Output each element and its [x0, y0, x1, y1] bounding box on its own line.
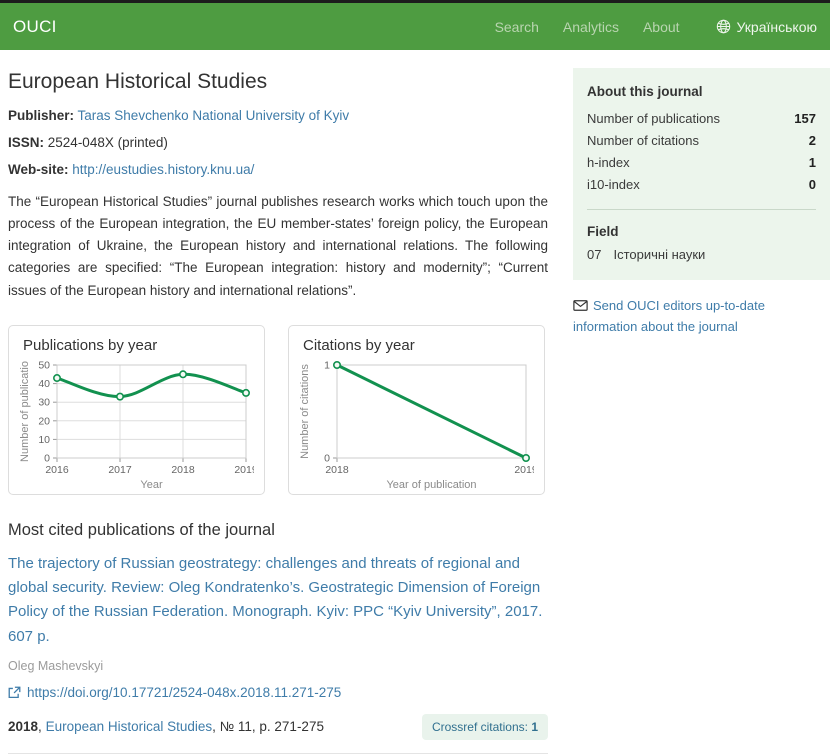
svg-text:0: 0 — [324, 452, 330, 464]
stat-value: 0 — [809, 177, 816, 192]
about-journal-box: About this journal Number of publication… — [573, 68, 830, 280]
publisher-line: Publisher: Taras Shevchenko National Uni… — [8, 108, 548, 123]
svg-text:20: 20 — [38, 415, 50, 427]
publication-issue: , № 11, p. 271-275 — [212, 719, 324, 734]
field-name: Історичні науки — [613, 247, 705, 262]
charts-row: Publications by year 0102030405020162017… — [8, 325, 548, 495]
stat-row-i10-index: i10-index 0 — [587, 173, 816, 195]
citations-by-year-card: Citations by year 0 1 2018 2019 Year of publ… — [288, 325, 545, 495]
crossref-citations-badge: Crossref citations: 1 — [422, 714, 548, 740]
sidebar-divider — [587, 209, 816, 210]
stat-row-h-index: h-index 1 — [587, 151, 816, 173]
svg-text:Number of citations: Number of citations — [299, 363, 311, 458]
svg-text:Year: Year — [140, 479, 163, 491]
svg-text:2018: 2018 — [325, 464, 349, 476]
publications-by-year-chart: 0 10 20 30 40 50 2016 2017 2018 2019 Year Number of… — [19, 356, 254, 495]
language-switcher[interactable]: Українською — [716, 19, 817, 35]
issn-label: ISSN: — [8, 135, 44, 150]
svg-text:2019: 2019 — [234, 464, 254, 476]
svg-text:1: 1 — [324, 359, 330, 371]
svg-text:Year of publication: Year of publication — [386, 479, 476, 491]
meta-separator: , — [38, 719, 46, 734]
publication-author: Oleg Mashevskyi — [8, 659, 548, 673]
svg-text:40: 40 — [38, 378, 50, 390]
website-label: Web-site: — [8, 162, 69, 177]
svg-text:0: 0 — [44, 452, 50, 464]
chart-title: Citations by year — [303, 337, 534, 354]
page-title: European Historical Studies — [8, 70, 548, 94]
brand-logo[interactable]: OUCI — [13, 17, 57, 37]
language-label: Українською — [737, 19, 817, 35]
external-link-icon — [8, 686, 21, 699]
globe-icon — [716, 19, 731, 34]
journal-link[interactable]: European Historical Studies — [46, 719, 213, 734]
stat-row-citations: Number of citations 2 — [587, 129, 816, 151]
website-link[interactable]: http://eustudies.history.knu.ua/ — [72, 162, 254, 177]
badge-label: Crossref citations: — [432, 720, 531, 734]
about-journal-title: About this journal — [587, 84, 816, 99]
journal-description: The “European Historical Studies” journa… — [8, 191, 548, 302]
svg-text:2017: 2017 — [108, 464, 132, 476]
sidebar-column: About this journal Number of publication… — [573, 50, 830, 754]
svg-text:30: 30 — [38, 396, 50, 408]
issn-line: ISSN: 2524-048X (printed) — [8, 135, 548, 150]
envelope-icon — [573, 300, 588, 311]
svg-text:2016: 2016 — [45, 464, 69, 476]
citations-by-year-chart: 0 1 2018 2019 Year of publication Number of c… — [299, 356, 534, 495]
svg-text:2019: 2019 — [514, 464, 534, 476]
field-code: 07 — [587, 247, 601, 262]
svg-text:50: 50 — [38, 359, 50, 371]
stat-label: h-index — [587, 155, 630, 170]
svg-text:10: 10 — [38, 434, 50, 446]
publisher-label: Publisher: — [8, 108, 74, 123]
send-editors-link[interactable]: Send OUCI editors up-to-date information… — [573, 296, 830, 338]
doi-link[interactable]: https://doi.org/10.17721/2524-048x.2018.… — [27, 685, 341, 700]
send-editors-label: Send OUCI editors up-to-date information… — [573, 298, 765, 334]
publisher-link[interactable]: Taras Shevchenko National University of … — [78, 108, 350, 123]
svg-text:2018: 2018 — [171, 464, 195, 476]
publication-item: The trajectory of Russian geostrategy: c… — [8, 552, 548, 754]
stat-label: i10-index — [587, 177, 640, 192]
publication-year: 2018 — [8, 719, 38, 734]
svg-text:Number of publicatio: Number of publicatio — [19, 361, 31, 462]
stat-row-publications: Number of publications 157 — [587, 107, 816, 129]
stat-label: Number of publications — [587, 111, 720, 126]
publications-by-year-card: Publications by year 0 10 20 30 40 50 2016 2017… — [8, 325, 265, 495]
chart-title: Publications by year — [23, 337, 254, 354]
nav-link-search[interactable]: Search — [495, 19, 539, 35]
most-cited-heading: Most cited publications of the journal — [8, 521, 548, 540]
nav-link-analytics[interactable]: Analytics — [563, 19, 619, 35]
nav-link-about[interactable]: About — [643, 19, 680, 35]
stat-label: Number of citations — [587, 133, 699, 148]
publication-meta: 2018, European Historical Studies, № 11,… — [8, 714, 548, 740]
issn-value: 2524-048X (printed) — [48, 135, 168, 150]
field-title: Field — [587, 224, 816, 239]
stat-value: 2 — [809, 133, 816, 148]
website-line: Web-site: http://eustudies.history.knu.u… — [8, 162, 548, 177]
badge-value: 1 — [531, 720, 538, 734]
field-row: 07 Історичні науки — [587, 247, 816, 262]
main-column: European Historical Studies Publisher: T… — [8, 50, 548, 754]
stat-value: 1 — [809, 155, 816, 170]
doi-line: https://doi.org/10.17721/2524-048x.2018.… — [8, 685, 548, 700]
publication-title-link[interactable]: The trajectory of Russian geostrategy: c… — [8, 552, 548, 649]
navbar: OUCI Search Analytics About Українською — [0, 3, 830, 50]
page-content: European Historical Studies Publisher: T… — [0, 50, 830, 754]
stat-value: 157 — [794, 111, 816, 126]
